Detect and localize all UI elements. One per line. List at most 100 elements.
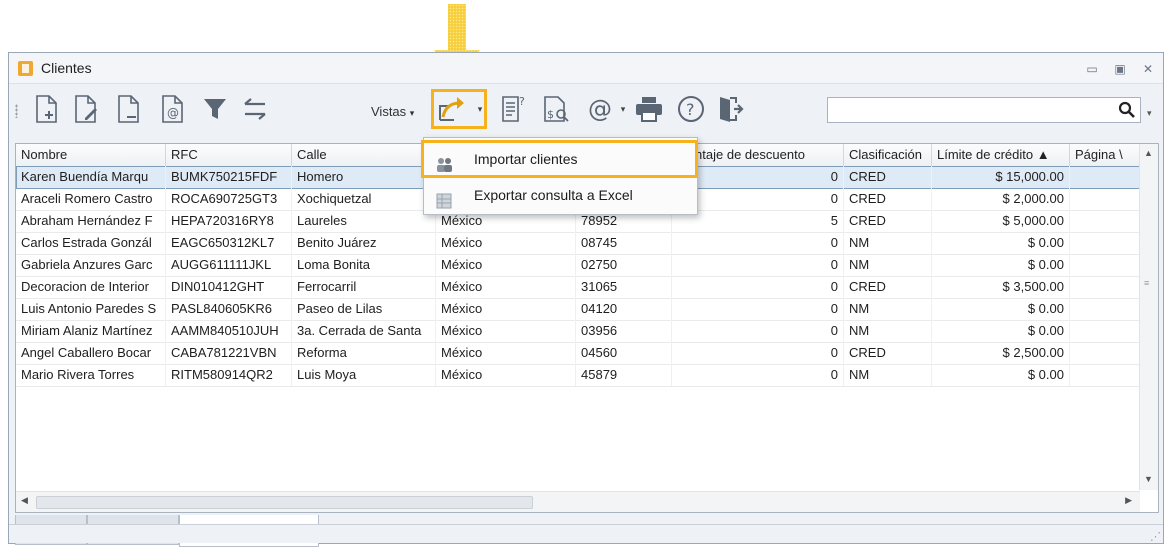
cell-clasificacion: NM [844,298,932,320]
report-icon[interactable]: ? [497,91,533,127]
search-input[interactable] [827,97,1141,123]
cell-pagina [1070,254,1140,276]
cell-nombre: Gabriela Anzures Garc [16,254,166,276]
cell-clasificacion: CRED [844,188,932,210]
cell-limite-credito: $ 0.00 [932,298,1070,320]
cell-rfc: DIN010412GHT [166,276,292,298]
cell-limite-credito: $ 0.00 [932,364,1070,386]
column-header-rfc[interactable]: RFC [166,144,292,166]
cell-clasificacion: CRED [844,166,932,188]
cell-pagina [1070,166,1140,188]
cell-pagina [1070,188,1140,210]
cell-descuento: 0 [672,232,844,254]
cell-clasificacion: NM [844,320,932,342]
toolbar-grip[interactable] [15,104,18,118]
vertical-scrollbar[interactable]: ▲ ≡ ▼ [1139,144,1158,490]
vistas-label: Vistas [371,104,407,119]
svg-text:?: ? [686,100,695,119]
exit-icon[interactable] [713,91,749,127]
cell-pais: México [436,232,576,254]
cell-rfc: HEPA720316RY8 [166,210,292,232]
scroll-left-icon[interactable]: ◀ [21,495,28,506]
cell-limite-credito: $ 5,000.00 [932,210,1070,232]
cell-clasificacion: NM [844,364,932,386]
cell-cp: 02750 [576,254,672,276]
resize-grip-icon[interactable]: ⋰ [1150,530,1161,543]
cell-rfc: ROCA690725GT3 [166,188,292,210]
table-row[interactable]: Gabriela Anzures Garc AUGG611111JKL Loma B… [16,254,1140,277]
cell-clasificacion: NM [844,254,932,276]
menu-item-label: Exportar consulta a Excel [474,187,633,203]
cell-pagina [1070,276,1140,298]
cell-descuento: 0 [672,320,844,342]
svg-text:?: ? [519,95,525,108]
email-icon[interactable]: @ [583,91,619,127]
svg-text:@: @ [588,95,612,123]
table-row[interactable]: Carlos Estrada Gonzál EAGC650312KL7 Benito… [16,232,1140,255]
cell-calle: Xochiquetzal [292,188,436,210]
table-row[interactable]: Luis Antonio Paredes S PASL840605KR6 Paseo… [16,298,1140,321]
sort-arrows-icon[interactable] [237,91,273,127]
cell-limite-credito: $ 0.00 [932,320,1070,342]
cell-nombre: Luis Antonio Paredes S [16,298,166,320]
cell-rfc: AUGG611111JKL [166,254,292,276]
cell-pagina [1070,232,1140,254]
money-search-icon[interactable]: $ [539,91,575,127]
close-icon[interactable]: ✕ [1141,62,1155,76]
email-dropdown-icon[interactable]: ▾ [617,91,629,127]
edit-doc-icon[interactable] [69,91,105,127]
print-icon[interactable] [631,91,667,127]
cell-pagina [1070,298,1140,320]
menu-item-exportar-excel[interactable]: Exportar consulta a Excel [424,178,697,212]
table-row[interactable]: Miriam Alaniz Martínez AAMM840510JUH 3a. C… [16,320,1140,343]
cell-nombre: Araceli Romero Castro [16,188,166,210]
cell-limite-credito: $ 0.00 [932,232,1070,254]
cell-limite-credito: $ 3,500.00 [932,276,1070,298]
column-header-calle[interactable]: Calle [292,144,436,166]
cell-nombre: Karen Buendía Marqu [16,166,166,188]
maximize-icon[interactable]: ▣ [1113,62,1127,76]
column-header-pagina[interactable]: Página \ [1070,144,1140,166]
email-doc-icon[interactable]: @ [155,91,191,127]
table-row[interactable]: Mario Rivera Torres RITM580914QR2 Luis Moy… [16,364,1140,387]
filter-icon[interactable] [197,91,233,127]
scroll-grip-icon[interactable]: ≡ [1144,278,1149,288]
horizontal-scroll-thumb[interactable] [36,496,533,509]
svg-text:$: $ [547,108,554,121]
cell-nombre: Carlos Estrada Gonzál [16,232,166,254]
search-options-icon[interactable]: ▾ [1147,108,1152,119]
cell-pais: México [436,364,576,386]
table-row[interactable]: Decoracion de Interior DIN010412GHT Ferroc… [16,276,1140,299]
new-doc-icon[interactable] [29,91,65,127]
cell-clasificacion: CRED [844,210,932,232]
cell-calle: Homero [292,166,436,188]
minimize-icon[interactable]: ▭ [1085,62,1099,76]
cell-descuento: 0 [672,364,844,386]
cell-limite-credito: $ 2,500.00 [932,342,1070,364]
cell-rfc: EAGC650312KL7 [166,232,292,254]
column-header-clasificacion[interactable]: Clasificación [844,144,932,166]
cell-calle: Ferrocarril [292,276,436,298]
cell-cp: 45879 [576,364,672,386]
menu-item-highlight [421,140,698,178]
column-header-nombre[interactable]: Nombre [16,144,166,166]
cell-descuento: 0 [672,298,844,320]
scroll-down-icon[interactable]: ▼ [1144,474,1153,484]
scroll-up-icon[interactable]: ▲ [1144,148,1153,158]
cell-cp: 03956 [576,320,672,342]
cell-rfc: CABA781221VBN [166,342,292,364]
cell-descuento: 0 [672,254,844,276]
vistas-dropdown[interactable]: Vistas ▾ [371,104,414,119]
cell-calle: Paseo de Lilas [292,298,436,320]
column-header-limite-credito[interactable]: Límite de crédito ▲ [932,144,1070,166]
cell-calle: Benito Juárez [292,232,436,254]
delete-doc-icon[interactable] [111,91,147,127]
search-icon[interactable] [1113,97,1141,123]
scroll-right-icon[interactable]: ▶ [1125,495,1132,506]
cell-limite-credito: $ 0.00 [932,254,1070,276]
horizontal-scrollbar[interactable]: ◀ ▶ [16,491,1140,512]
help-icon[interactable]: ? [673,91,709,127]
window-title: Clientes [41,60,92,76]
table-row[interactable]: Angel Caballero Bocar CABA781221VBN Reform… [16,342,1140,365]
cell-cp: 04560 [576,342,672,364]
